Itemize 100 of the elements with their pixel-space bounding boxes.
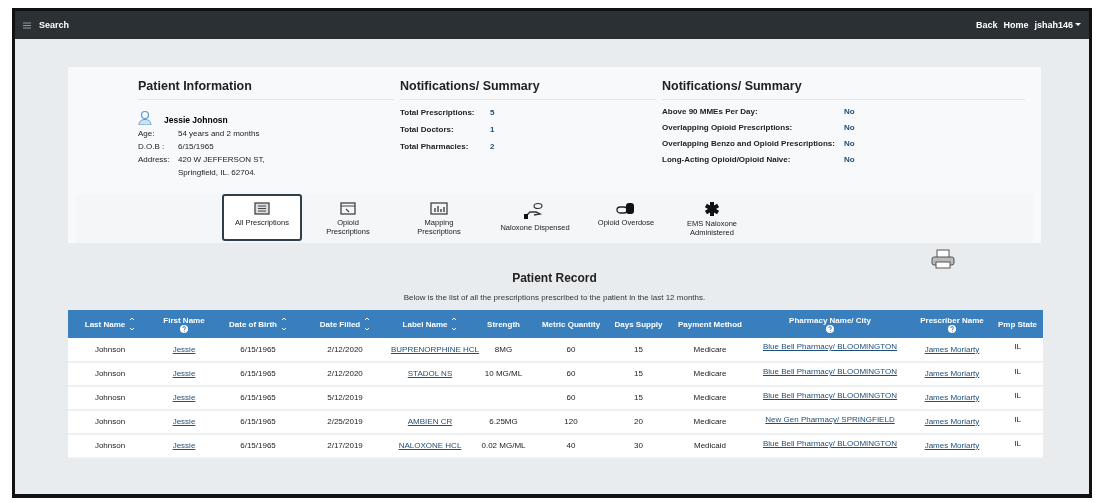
table-cell: 15 [634,344,643,354]
column-header[interactable]: Label Name [390,310,470,338]
table-cell: Medicare [693,369,727,378]
help-icon[interactable] [948,324,956,333]
caret-icon[interactable] [1075,23,1081,27]
table-cell: Medicaid [694,441,726,450]
column-header[interactable]: Last Name [68,310,152,338]
table-link[interactable]: James Moriarty [924,417,980,426]
table-cell: Medicare [693,417,727,426]
table-cell: 6/15/1965 [240,441,276,450]
table-cell: 6/15/1965 [240,369,276,378]
table-link[interactable]: Jessie [172,344,196,354]
field-label: Address: [138,155,171,166]
list-icon [254,202,270,215]
column-header: Metric Quantity [537,310,605,338]
table-link[interactable]: Blue Bell Pharmacy/ BLOOMINGTON [762,367,898,376]
chart-icon [430,202,448,215]
table-cell: 2/17/2019 [327,441,363,450]
table-link[interactable]: AMBIEN CR [407,417,453,426]
table-link[interactable]: James Moriarty [924,369,980,378]
table-link[interactable]: James Moriarty [924,344,980,354]
table-link[interactable]: James Moriarty [924,441,980,450]
table-link[interactable]: Jessie [172,417,196,426]
table-cell: 6/15/1965 [240,393,276,402]
section-title: Patient Information [138,79,394,100]
printer-icon[interactable] [931,249,955,269]
table-cell: IL [1014,415,1021,424]
table-link[interactable]: BUPRENORPHINE HCL [391,344,479,354]
column-header[interactable]: Date of Birth [216,310,300,338]
field-value: Springfield, IL. 62704. [178,168,257,177]
user-menu[interactable]: jshah146 [1034,20,1081,30]
table-link[interactable]: STADOL NS [407,369,453,378]
field-value: 420 W JEFFERSON ST, [178,155,265,164]
patient-name: Jessie Johnosn [164,115,228,125]
field-value: 54 years and 2 months [178,129,260,138]
field-value: 6/15/1965 [178,142,214,151]
table-cell: 60 [566,393,576,402]
column-header: Pharmacy Name/ City [748,310,912,338]
table-cell: 60 [566,369,576,378]
table-cell: Medicare [693,344,727,354]
table-link[interactable]: Blue Bell Pharmacy/ BLOOMINGTON [762,342,898,351]
table-cell: 6/15/1965 [240,417,276,426]
table-cell: 40 [566,441,576,450]
table-link[interactable]: James Moriarty [924,393,980,402]
table-cell: 120 [564,417,578,426]
table-cell: 2/25/2019 [327,417,363,426]
summary-label: Total Prescriptions: [400,108,476,117]
table-cell: 2/12/2020 [327,344,363,354]
notification-label: Above 90 MMEs Per Day: [662,107,759,116]
column-header: Pmp State [992,310,1043,338]
table-cell: 60 [566,344,576,354]
notification-value: No [844,139,855,148]
table-cell: Medicare [693,393,727,402]
column-header: Days Supply [605,310,672,338]
record-subtitle: Below is the list of all the prescriptions prescribed to the patient in the last 12 months. [402,293,707,302]
column-header: Prescriber Name [912,310,992,338]
table-link[interactable]: NALOXONE HCL [398,441,462,450]
record-title: Patient Record [511,271,598,285]
table-link[interactable]: New Gen Pharmacy/ SPRINGFIELD [765,415,895,424]
table-cell: 2/12/2020 [327,369,363,378]
table-cell: Johnson [94,417,126,426]
table-cell: IL [1014,391,1021,400]
table-link[interactable]: Blue Bell Pharmacy/ BLOOMINGTON [762,439,898,448]
sort-icon[interactable] [281,316,287,332]
search-link[interactable]: Search [39,20,70,30]
table-cell: IL [1014,439,1021,448]
field-label: D.O.B : [138,142,166,151]
help-icon[interactable] [826,324,834,333]
capsule-icon [616,202,636,215]
table-cell: IL [1014,367,1021,376]
table-link[interactable]: Blue Bell Pharmacy/ BLOOMINGTON [762,391,898,400]
help-icon[interactable] [180,324,188,333]
sort-icon[interactable] [451,316,458,332]
table-cell: 5/12/2019 [327,393,363,402]
nav-link[interactable]: Home [1003,20,1029,30]
summary-value: 5 [490,108,495,117]
table-cell: 30 [634,441,643,450]
section-title: Notifications/ Summary [662,79,1025,100]
table-cell: Johnson [94,441,126,450]
table-cell: Johnosn [94,393,126,402]
column-header: Payment Method [672,310,748,338]
summary-value: 1 [490,125,495,134]
column-header[interactable]: Date Filled [300,310,390,338]
sort-icon[interactable] [364,316,371,332]
table-link[interactable]: Jessie [172,441,196,450]
table-cell: 20 [634,417,643,426]
table-link[interactable]: Jessie [172,369,196,378]
table-link[interactable]: Jessie [172,393,196,402]
table-cell: 0.02 MG/ML [481,441,526,450]
notification-label: Overlapping Opioid Prescriptions: [662,123,794,132]
section-title: Notifications/ Summary [400,79,656,100]
person-icon [138,110,152,125]
menu-icon[interactable] [23,21,31,29]
notification-label: Overlapping Benzo and Opioid Prescriptions: [662,139,836,148]
table-cell: 6/15/1965 [240,344,276,354]
nav-link[interactable]: Back [975,20,998,30]
star-of-life-icon [705,202,719,216]
table-cell: 8MG [494,344,513,354]
column-header: First Name [152,310,216,338]
sort-icon[interactable] [129,316,136,332]
